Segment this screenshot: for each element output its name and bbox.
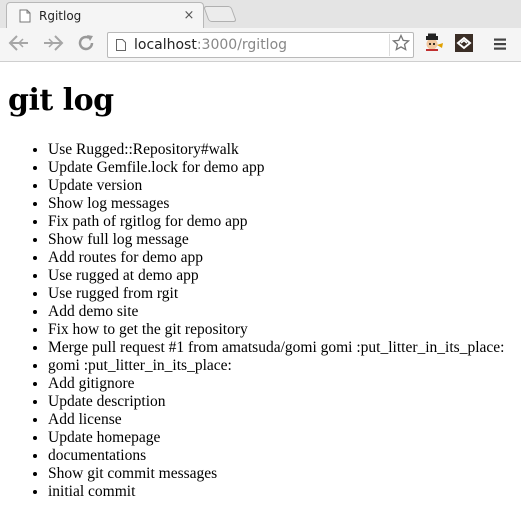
back-icon — [8, 34, 30, 56]
bookmark-button[interactable] — [389, 33, 411, 56]
page-title: git log — [8, 83, 114, 118]
list-item: Fix path of rgitlog for demo app — [48, 213, 504, 231]
browser-tab[interactable]: Rgitlog × — [6, 2, 204, 28]
list-item: Add routes for demo app — [48, 249, 504, 267]
list-item: Show git commit messages — [48, 465, 504, 483]
list-item: gomi :put_litter_in_its_place: — [48, 357, 504, 375]
forward-button[interactable] — [40, 32, 66, 58]
list-item: Update description — [48, 393, 504, 411]
list-item: Add license — [48, 411, 504, 429]
extension-button[interactable] — [421, 32, 447, 58]
commit-list: Use Rugged::Repository#walk Update Gemfi… — [0, 141, 504, 501]
menu-icon — [493, 36, 507, 55]
list-item: Update version — [48, 177, 504, 195]
tab-close-icon[interactable]: × — [181, 8, 197, 23]
reload-button[interactable] — [73, 32, 99, 58]
menu-button[interactable] — [487, 32, 513, 58]
list-item: initial commit — [48, 483, 504, 501]
extension-icon — [454, 33, 474, 57]
list-item: Use rugged at demo app — [48, 267, 504, 285]
list-item: Update Gemfile.lock for demo app — [48, 159, 504, 177]
new-tab-button[interactable] — [203, 6, 237, 22]
list-item: Add gitignore — [48, 375, 504, 393]
list-item: Add demo site — [48, 303, 504, 321]
list-item: Merge pull request #1 from amatsuda/gomi… — [48, 339, 504, 357]
star-icon — [391, 33, 410, 56]
list-item: Show log messages — [48, 195, 504, 213]
page-icon — [19, 9, 31, 23]
reload-icon — [76, 33, 96, 57]
back-button[interactable] — [6, 32, 32, 58]
extension-icon — [423, 33, 445, 57]
forward-icon — [42, 34, 64, 56]
url-path: :3000/rgitlog — [196, 37, 288, 53]
list-item: Use Rugged::Repository#walk — [48, 141, 504, 159]
page-icon — [116, 39, 126, 51]
extension-button[interactable] — [451, 32, 477, 58]
list-item: Show full log message — [48, 231, 504, 249]
tab-strip: Rgitlog × — [0, 0, 521, 28]
list-item: documentations — [48, 447, 504, 465]
list-item: Use rugged from rgit — [48, 285, 504, 303]
tab-title: Rgitlog — [39, 8, 82, 23]
list-item: Fix how to get the git repository — [48, 321, 504, 339]
browser-toolbar: localhost:3000/rgitlog — [0, 28, 521, 62]
url-host: localhost — [134, 37, 197, 53]
list-item: Update homepage — [48, 429, 504, 447]
address-bar[interactable]: localhost:3000/rgitlog — [107, 32, 414, 58]
